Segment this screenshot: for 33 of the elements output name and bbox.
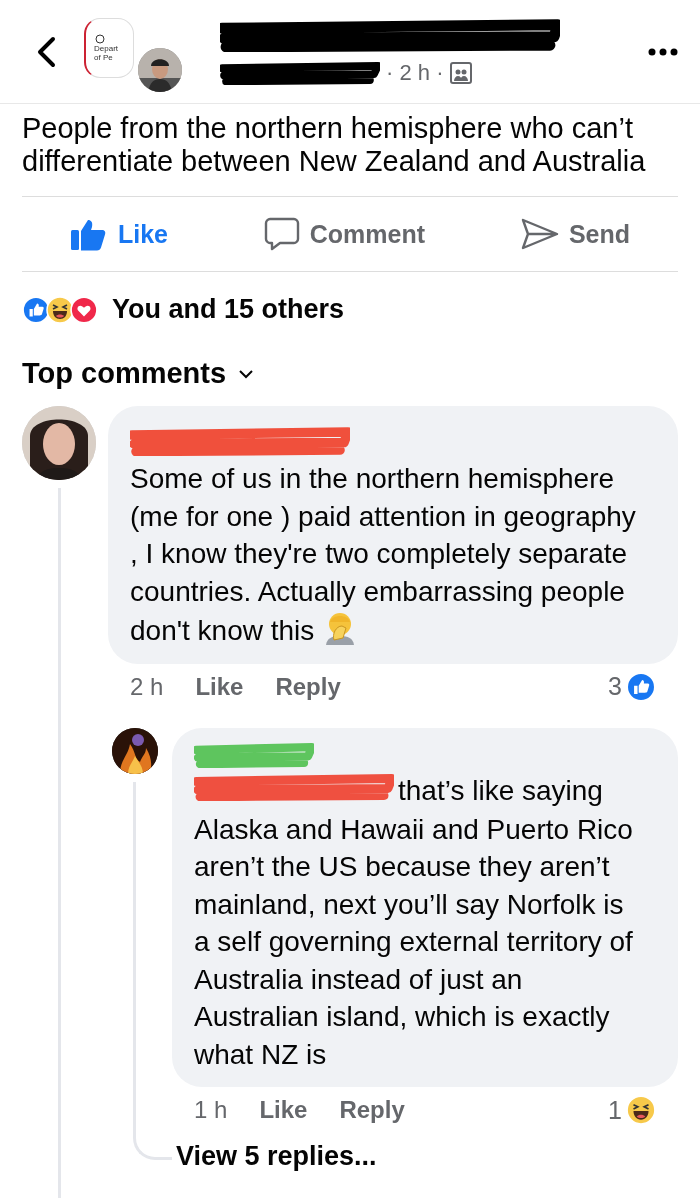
send-icon xyxy=(520,217,559,251)
logo-text: of Pe xyxy=(94,52,113,62)
like-link[interactable]: Like xyxy=(195,672,244,701)
comment-button[interactable]: Comment xyxy=(257,211,432,257)
reaction-summary[interactable]: You and 15 others xyxy=(112,294,345,325)
post-text: People from the northern hemisphere who can’t differentiate between New Zealand and Australia xyxy=(21,111,647,179)
reply-link[interactable]: Reply xyxy=(275,672,341,701)
speech-bubble-icon xyxy=(263,217,300,251)
like-button[interactable]: Like xyxy=(63,211,174,257)
group-icon xyxy=(449,60,474,85)
send-button[interactable]: Send xyxy=(514,211,637,257)
reaction-count: 3 xyxy=(608,672,622,701)
top-comments-dropdown[interactable]: Top comments xyxy=(0,347,277,406)
heart-reaction-icon xyxy=(70,295,98,324)
like-reaction-icon xyxy=(626,671,656,702)
view-replies-link[interactable]: View 5 replies... xyxy=(172,1133,381,1181)
laughing-face-icon xyxy=(46,295,74,324)
thumbs-up-icon xyxy=(69,217,108,251)
comment-time: 1 h xyxy=(194,1096,228,1125)
reaction-count: 1 xyxy=(608,1095,622,1125)
reply-text: that’s like saying Alaska and Hawaii and Puerto Rico aren’t the US because they aren’t mainland, next you’ll say Norfolk is a self governing external territory of Australia instead of just an Australian island, which is exactly what NZ is xyxy=(194,772,634,1072)
like-link[interactable]: Like xyxy=(259,1096,308,1125)
like-reaction-icon xyxy=(22,295,50,324)
page-logo[interactable]: Depart of Pe xyxy=(84,17,134,78)
comment-text: Some of us in the northern hemisphere (me for one ) paid attention in geography , I know they're two completely separate countries. Actually embarrassing people don't know this xyxy=(130,462,637,648)
more-icon[interactable] xyxy=(648,47,678,56)
comment-time: 2 h xyxy=(130,672,164,701)
post-time: · 2 h · xyxy=(386,59,444,86)
laughing-face-icon xyxy=(626,1095,656,1126)
chevron-down-icon xyxy=(238,368,255,379)
logo-text: Depart xyxy=(94,43,119,53)
reply-link[interactable]: Reply xyxy=(339,1096,405,1125)
back-icon[interactable] xyxy=(36,35,56,68)
